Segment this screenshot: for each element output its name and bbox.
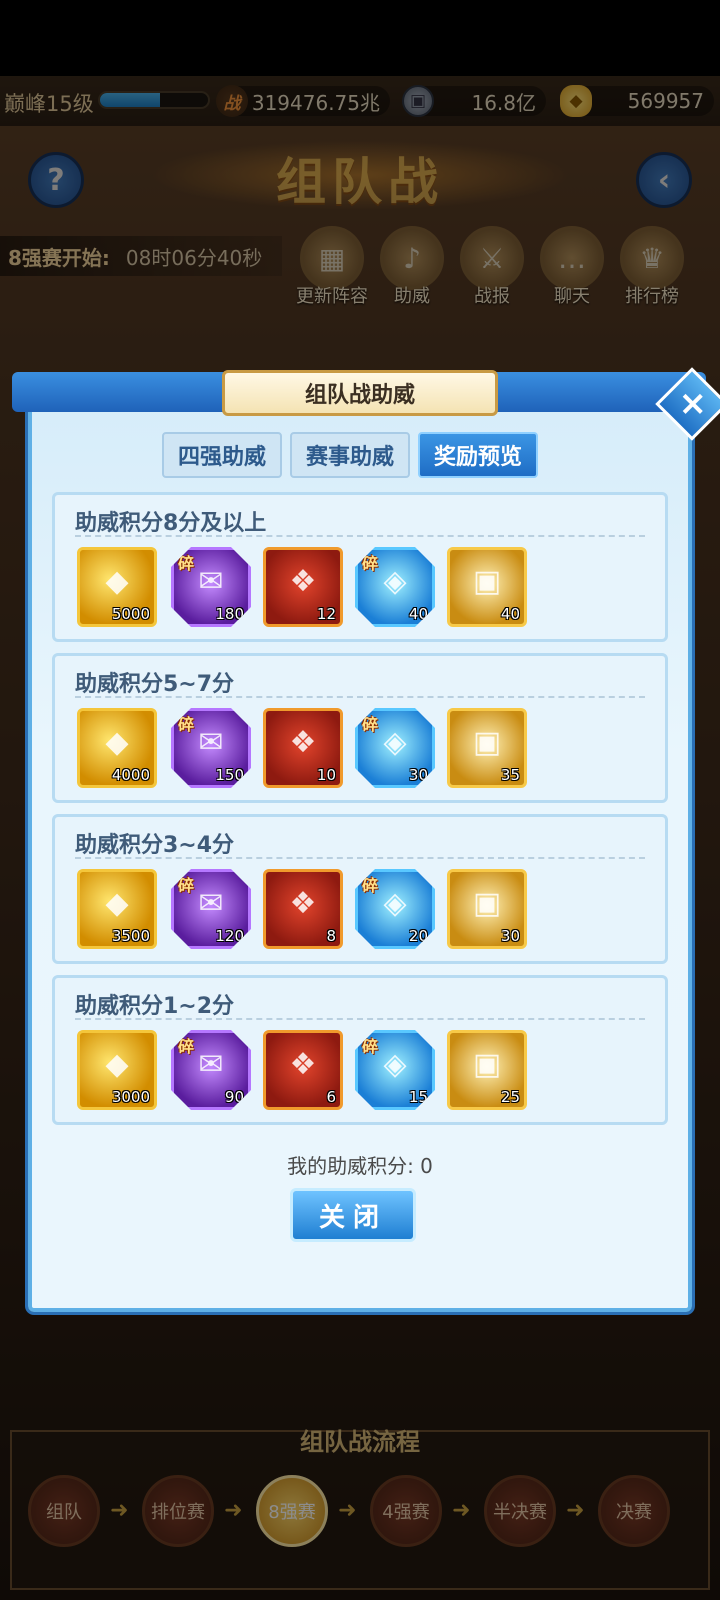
item-count: 12 (316, 605, 336, 623)
fragment-badge: 碎 (362, 554, 379, 573)
item-count: 40 (408, 605, 428, 623)
gold-ingot-item[interactable]: ◆ 4000 (77, 708, 157, 788)
my-cheer-score: 我的助威积分: 0 (287, 1154, 433, 1178)
chest-icon: ▣ (472, 886, 502, 921)
crystal-fragment-item[interactable]: ◈ 碎 20 (355, 869, 435, 949)
gold-ingot-icon: ◆ (105, 725, 129, 760)
tier-title: 助威积分1~2分 (75, 994, 235, 1019)
chest-icon: ▣ (472, 725, 502, 760)
fragment-badge: 碎 (178, 1037, 195, 1056)
red-book-item[interactable]: ❖ 10 (263, 708, 343, 788)
item-count: 6 (326, 1088, 336, 1106)
dialog-tabs: 四强助威 赛事助威 奖励预览 (162, 432, 539, 478)
reward-tier: 助威积分1~2分 ◆ 3000 ✉ 碎 90 ❖ 6 ◈ 碎 15 ▣ 25 (52, 975, 668, 1125)
reward-tier: 助威积分5~7分 ◆ 4000 ✉ 碎 150 ❖ 10 ◈ 碎 30 ▣ 35 (52, 653, 668, 803)
gold-ingot-icon: ◆ (105, 1047, 129, 1082)
item-count: 10 (316, 766, 336, 784)
scroll-fragment-item[interactable]: ✉ 碎 150 (171, 708, 251, 788)
scroll-fragment-item[interactable]: ✉ 碎 90 (171, 1030, 251, 1110)
red-book-item[interactable]: ❖ 8 (263, 869, 343, 949)
gold-chest-item[interactable]: ▣ 35 (447, 708, 527, 788)
book-icon: ❖ (289, 1047, 317, 1082)
item-count: 90 (224, 1088, 244, 1106)
top-black-band (0, 0, 720, 76)
tab-reward-preview[interactable]: 奖励预览 (418, 432, 539, 478)
tier-title: 助威积分3~4分 (75, 833, 235, 858)
divider (75, 857, 645, 859)
gold-chest-item[interactable]: ▣ 25 (447, 1030, 527, 1110)
item-count: 4000 (111, 766, 150, 784)
tier-title: 助威积分5~7分 (75, 672, 235, 697)
gold-chest-item[interactable]: ▣ 40 (447, 547, 527, 627)
book-icon: ❖ (289, 564, 317, 599)
chest-icon: ▣ (472, 1047, 502, 1082)
divider (75, 535, 645, 537)
item-count: 35 (500, 766, 520, 784)
close-button[interactable]: 关闭 (290, 1188, 416, 1242)
fragment-badge: 碎 (362, 715, 379, 734)
item-count: 30 (500, 927, 520, 945)
scroll-fragment-item[interactable]: ✉ 碎 120 (171, 869, 251, 949)
reward-tier: 助威积分3~4分 ◆ 3500 ✉ 碎 120 ❖ 8 ◈ 碎 20 ▣ 30 (52, 814, 668, 964)
scroll-fragment-item[interactable]: ✉ 碎 180 (171, 547, 251, 627)
crystal-fragment-item[interactable]: ◈ 碎 15 (355, 1030, 435, 1110)
book-icon: ❖ (289, 725, 317, 760)
fragment-badge: 碎 (362, 1037, 379, 1056)
item-count: 40 (500, 605, 520, 623)
chest-icon: ▣ (472, 564, 502, 599)
fragment-badge: 碎 (362, 876, 379, 895)
fragment-badge: 碎 (178, 554, 195, 573)
gold-ingot-item[interactable]: ◆ 3000 (77, 1030, 157, 1110)
dialog-title: 组队战助威 (222, 370, 498, 416)
reward-tier: 助威积分8分及以上 ◆ 5000 ✉ 碎 180 ❖ 12 ◈ 碎 40 ▣ 40 (52, 492, 668, 642)
item-count: 120 (215, 927, 244, 945)
item-count: 180 (215, 605, 244, 623)
divider (75, 696, 645, 698)
item-count: 150 (215, 766, 244, 784)
item-count: 25 (500, 1088, 520, 1106)
item-count: 30 (408, 766, 428, 784)
tab-top4-cheer[interactable]: 四强助威 (162, 432, 283, 478)
item-count: 5000 (111, 605, 150, 623)
crystal-fragment-item[interactable]: ◈ 碎 30 (355, 708, 435, 788)
item-count: 3500 (111, 927, 150, 945)
tab-match-cheer[interactable]: 赛事助威 (290, 432, 411, 478)
close-icon: × (678, 383, 707, 424)
item-count: 8 (326, 927, 336, 945)
gold-ingot-item[interactable]: ◆ 3500 (77, 869, 157, 949)
item-count: 15 (408, 1088, 428, 1106)
gold-ingot-icon: ◆ (105, 886, 129, 921)
gold-chest-item[interactable]: ▣ 30 (447, 869, 527, 949)
item-count: 20 (408, 927, 428, 945)
book-icon: ❖ (289, 886, 317, 921)
red-book-item[interactable]: ❖ 12 (263, 547, 343, 627)
tier-title: 助威积分8分及以上 (75, 511, 267, 536)
crystal-fragment-item[interactable]: ◈ 碎 40 (355, 547, 435, 627)
divider (75, 1018, 645, 1020)
gold-ingot-item[interactable]: ◆ 5000 (77, 547, 157, 627)
red-book-item[interactable]: ❖ 6 (263, 1030, 343, 1110)
fragment-badge: 碎 (178, 876, 195, 895)
fragment-badge: 碎 (178, 715, 195, 734)
gold-ingot-icon: ◆ (105, 564, 129, 599)
item-count: 3000 (111, 1088, 150, 1106)
